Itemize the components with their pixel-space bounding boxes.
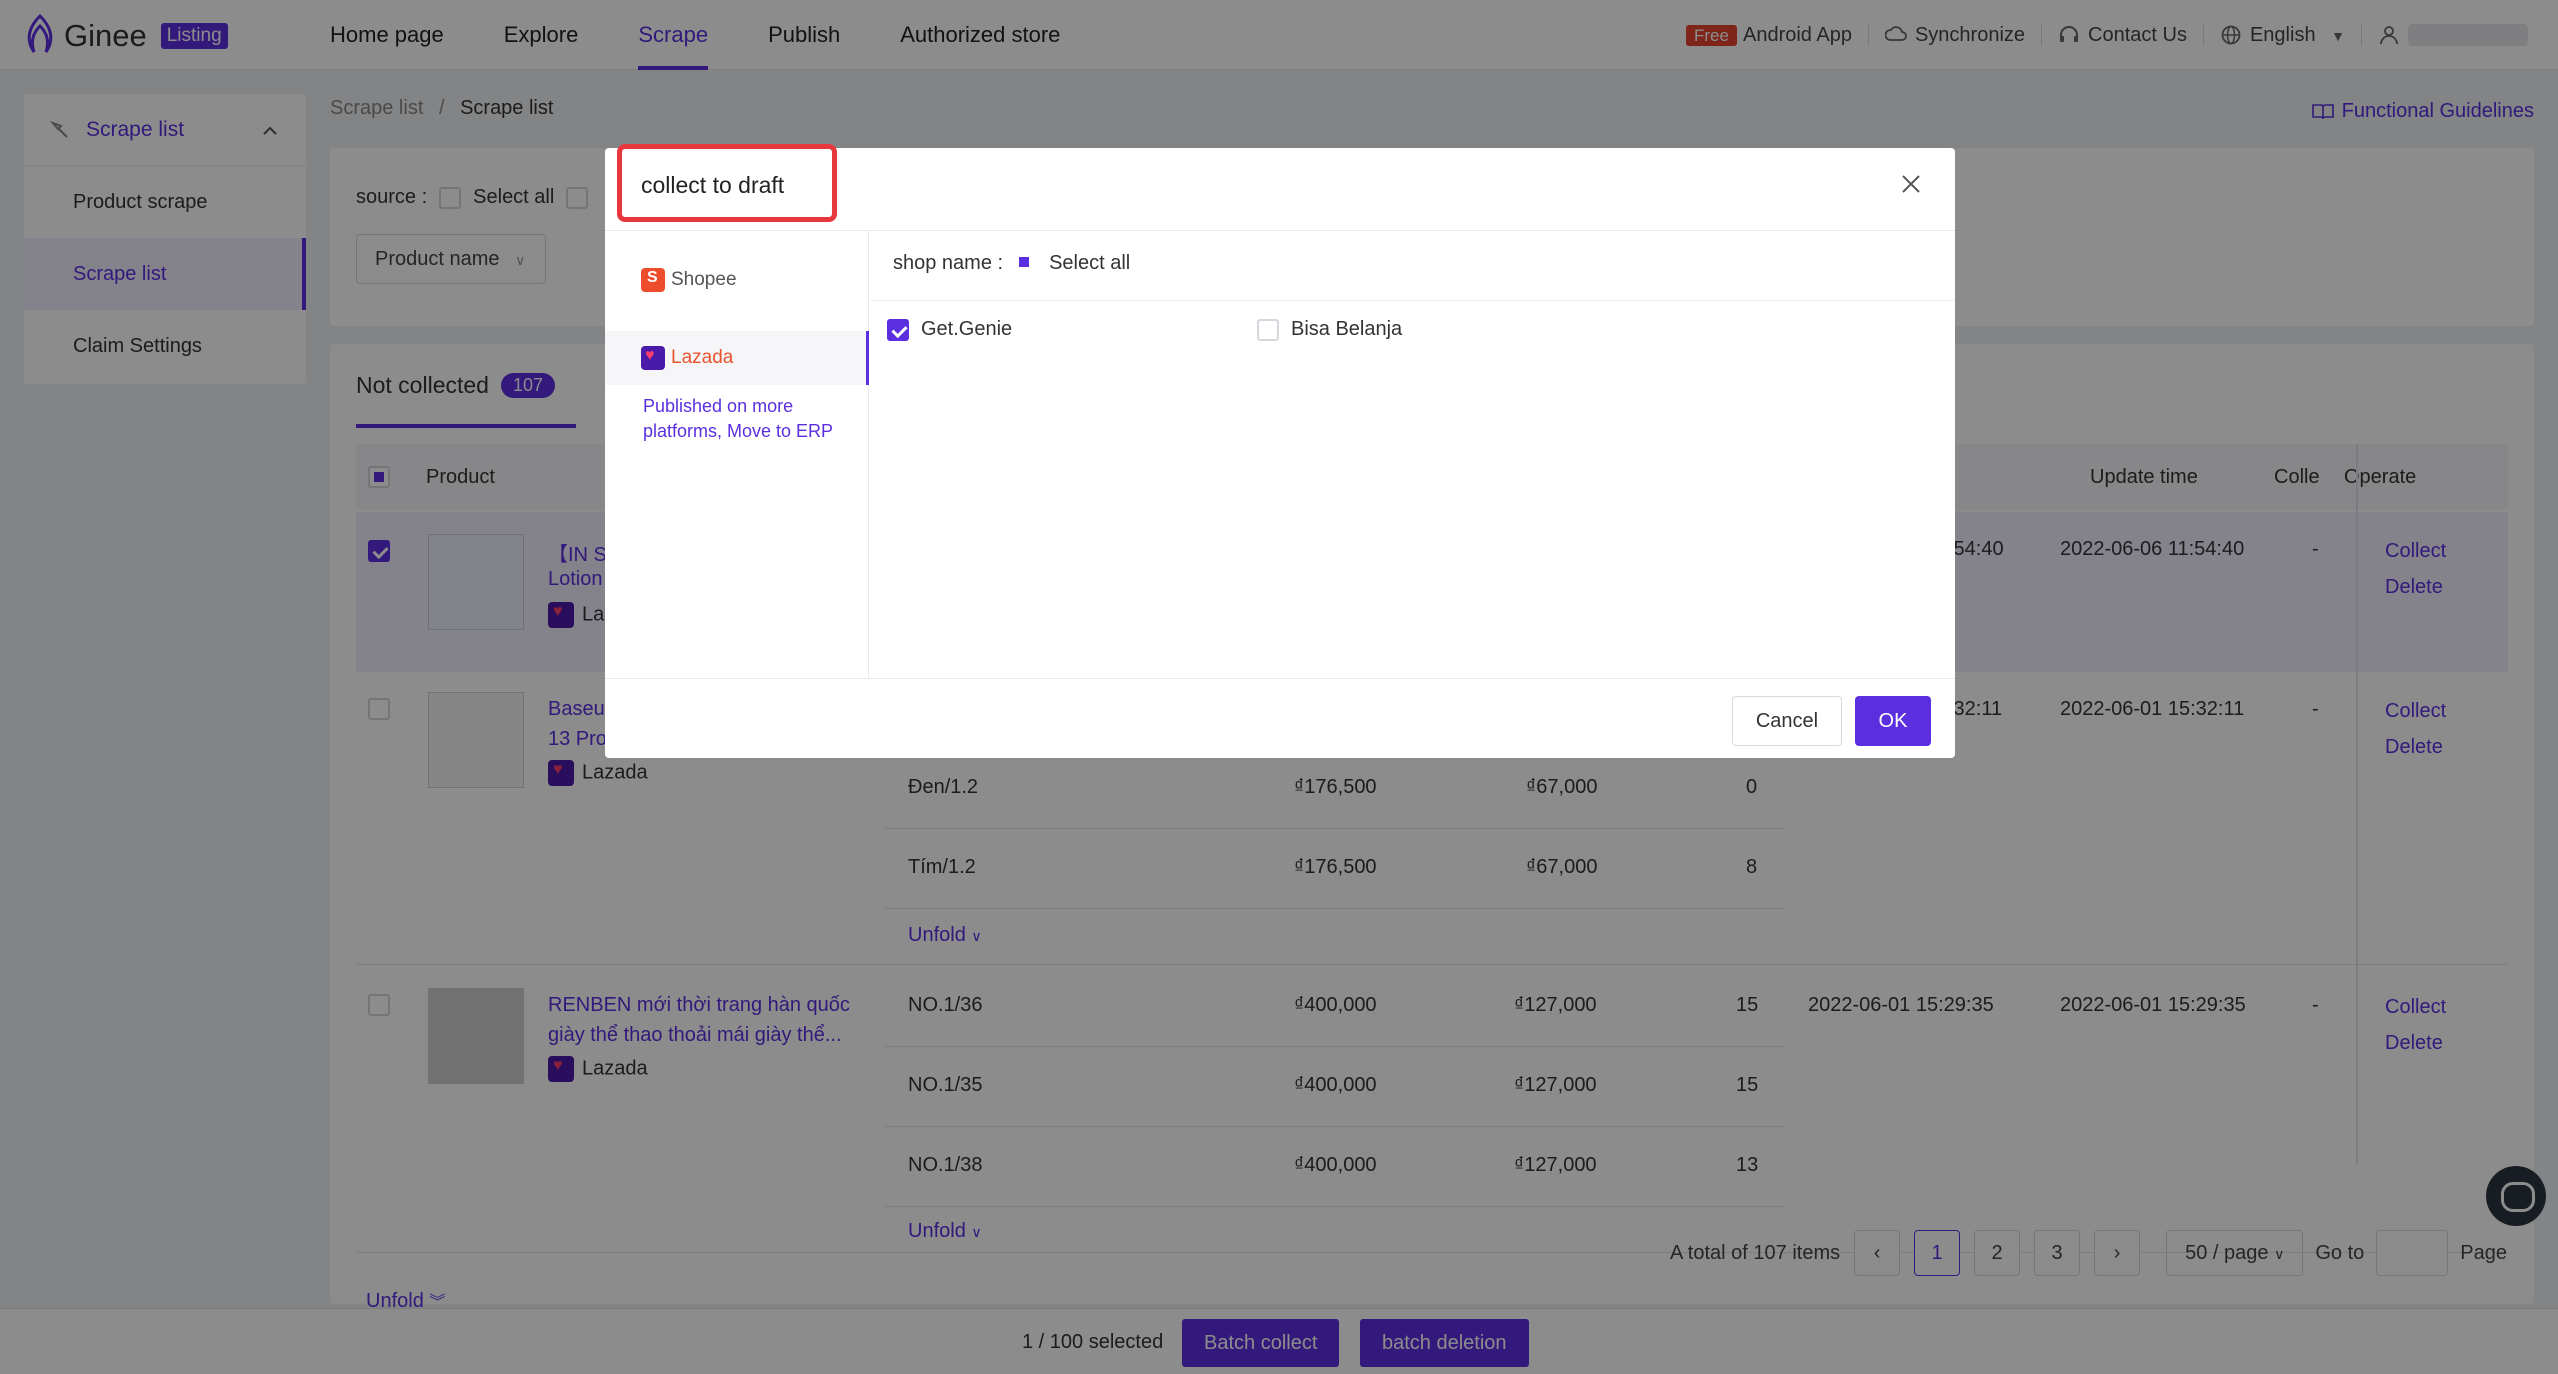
shop-name-filter: shop name : Select all [893, 252, 1130, 275]
shop-name-label: shop name : [893, 252, 1004, 274]
dialog-title: collect to draft [641, 172, 785, 198]
shop-option-bisa-belanja[interactable]: Bisa Belanja [1257, 318, 1402, 341]
shop-select-all-label: Select all [1049, 252, 1131, 274]
shop-option-get-genie[interactable]: Get.Genie [887, 318, 1012, 341]
collect-to-draft-dialog: collect to draft Shopee ♥ Lazada Publish… [605, 144, 1955, 758]
shop-get-genie-label: Get.Genie [921, 318, 1013, 340]
shopee-icon [641, 268, 665, 292]
platform-lazada-label: Lazada [671, 347, 734, 368]
shop-select-all-checkbox[interactable] [1015, 252, 1038, 275]
cancel-button[interactable]: Cancel [1732, 696, 1842, 746]
shop-bisa-belanja-label: Bisa Belanja [1291, 318, 1403, 340]
lazada-icon: ♥ [641, 346, 665, 370]
close-icon[interactable] [1897, 170, 1925, 198]
platform-shopee-label: Shopee [671, 269, 737, 290]
move-to-erp-link[interactable]: Published on more platforms, Move to ERP [643, 394, 843, 444]
shop-list-divider [870, 300, 1955, 301]
platform-item-shopee[interactable]: Shopee [641, 268, 737, 292]
ok-button[interactable]: OK [1855, 696, 1931, 746]
platform-item-lazada[interactable]: ♥ Lazada [641, 346, 733, 370]
platform-list [605, 231, 869, 678]
shop-get-genie-checkbox[interactable] [887, 318, 909, 341]
dialog-footer-divider [605, 678, 1955, 679]
shop-bisa-belanja-checkbox[interactable] [1257, 318, 1279, 341]
